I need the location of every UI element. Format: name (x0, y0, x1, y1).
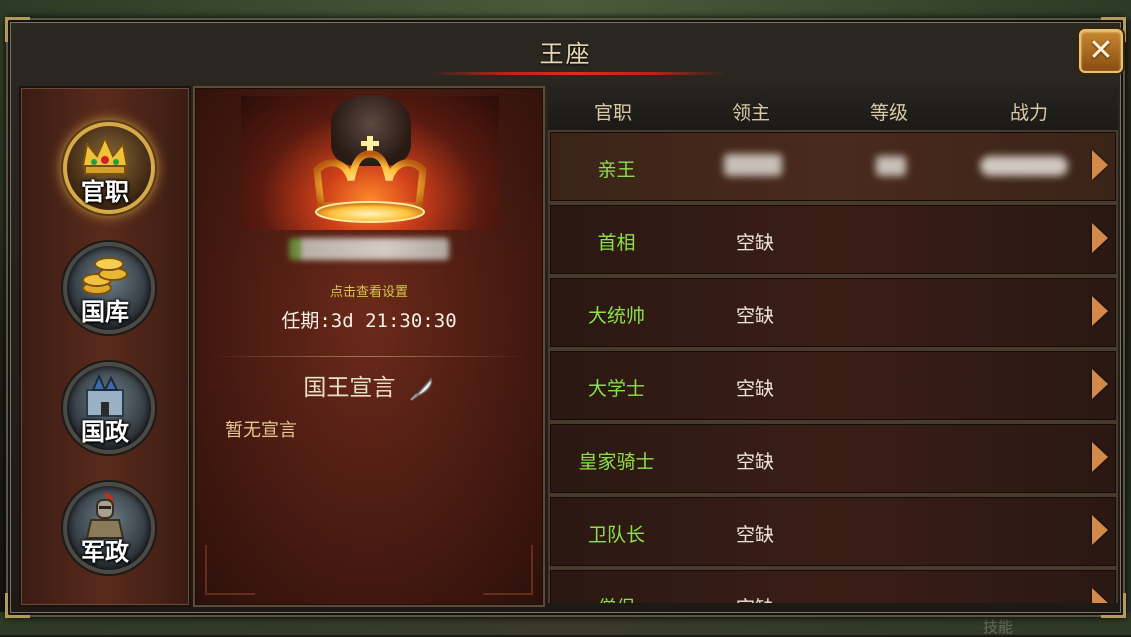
table-row[interactable]: 卫队长 空缺 (548, 495, 1118, 568)
arrow-right-icon[interactable] (1092, 515, 1108, 545)
close-button[interactable]: ✕ (1079, 29, 1123, 73)
term-timer: 任期:3d 21:30:30 (281, 310, 457, 332)
panel-ornament (205, 545, 255, 595)
office-title: 僧侣 (550, 593, 683, 603)
arrow-right-icon[interactable] (1092, 296, 1108, 326)
office-lord: 空缺 (710, 593, 800, 603)
nav-item-label: 国库 (81, 298, 129, 326)
column-header-lord: 领主 (732, 102, 771, 124)
table-row[interactable]: 亲王 (548, 130, 1118, 203)
nav-item-policy[interactable]: 国政 (59, 358, 155, 454)
nav-item-label: 军政 (81, 538, 129, 566)
arrow-right-icon[interactable] (1092, 442, 1108, 472)
table-rows: 亲王 首相 空缺 大统帅 空缺 大学士 空缺 皇家骑士 空缺 卫队长 空缺 (548, 130, 1118, 603)
lord-name-redacted (724, 154, 782, 176)
office-lord: 空缺 (735, 451, 774, 473)
office-title: 大统帅 (587, 305, 645, 327)
section-divider (209, 356, 529, 357)
edit-quill-icon[interactable] (409, 377, 435, 401)
table-row[interactable]: 皇家骑士 空缺 (548, 422, 1118, 495)
side-nav: 官职 国库 国政 军政 (19, 86, 191, 607)
window-title: 王座 (539, 40, 592, 68)
power-redacted (980, 156, 1068, 176)
arrow-right-icon[interactable] (1092, 588, 1108, 603)
throne-window: 王座 ✕ 官职 国库 国政 军政 点击查看设置 任期:3d 21:30:30 国… (5, 17, 1126, 618)
game-hud-top (0, 0, 1131, 20)
offices-table: 官职 领主 等级 战力 亲王 首相 空缺 大统帅 空缺 大学士 空缺 皇家骑士 … (548, 86, 1118, 603)
column-header-office: 官职 (594, 102, 633, 124)
level-redacted (876, 156, 906, 176)
nav-item-offices[interactable]: 官职 (59, 118, 155, 214)
office-title: 皇家骑士 (578, 451, 655, 473)
close-icon: ✕ (1088, 33, 1114, 68)
office-title: 首相 (597, 232, 636, 254)
glowing-crown-icon (313, 136, 427, 223)
table-row[interactable]: 大学士 空缺 (548, 349, 1118, 422)
office-title: 大学士 (587, 378, 645, 400)
king-name (195, 238, 543, 260)
column-header-power: 战力 (1010, 102, 1049, 124)
king-panel: 点击查看设置 任期:3d 21:30:30 国王宣言 暂无宣言 (193, 86, 545, 607)
nav-item-label: 国政 (81, 418, 129, 446)
column-header-level: 等级 (870, 102, 909, 124)
table-row[interactable]: 首相 空缺 (548, 203, 1118, 276)
title-underline (428, 72, 728, 75)
nav-item-treasury[interactable]: 国库 (59, 238, 155, 334)
king-name-redacted (289, 238, 449, 260)
view-settings-link[interactable]: 点击查看设置 (195, 281, 543, 300)
office-lord: 空缺 (735, 305, 774, 327)
office-lord: 空缺 (735, 378, 774, 400)
arrow-right-icon[interactable] (1092, 369, 1108, 399)
arrow-right-icon[interactable] (1092, 223, 1108, 253)
office-lord: 空缺 (735, 524, 774, 546)
panel-ornament (483, 545, 533, 595)
nav-item-label: 官职 (81, 178, 129, 206)
skill-hint-label: 技能 (982, 618, 1013, 636)
declaration-text: 暂无宣言 (225, 420, 297, 441)
declaration-title-text: 国王宣言 (303, 375, 396, 401)
table-header: 官职 领主 等级 战力 (548, 86, 1118, 130)
nav-item-military[interactable]: 军政 (59, 478, 155, 574)
table-row[interactable]: 僧侣 空缺 (548, 568, 1118, 603)
office-lord: 空缺 (735, 232, 774, 254)
declaration-title: 国王宣言 (195, 368, 543, 402)
table-row[interactable]: 大统帅 空缺 (548, 276, 1118, 349)
king-portrait[interactable] (241, 96, 499, 230)
arrow-right-icon[interactable] (1092, 150, 1108, 180)
office-title: 亲王 (597, 159, 636, 181)
office-title: 卫队长 (587, 524, 645, 546)
